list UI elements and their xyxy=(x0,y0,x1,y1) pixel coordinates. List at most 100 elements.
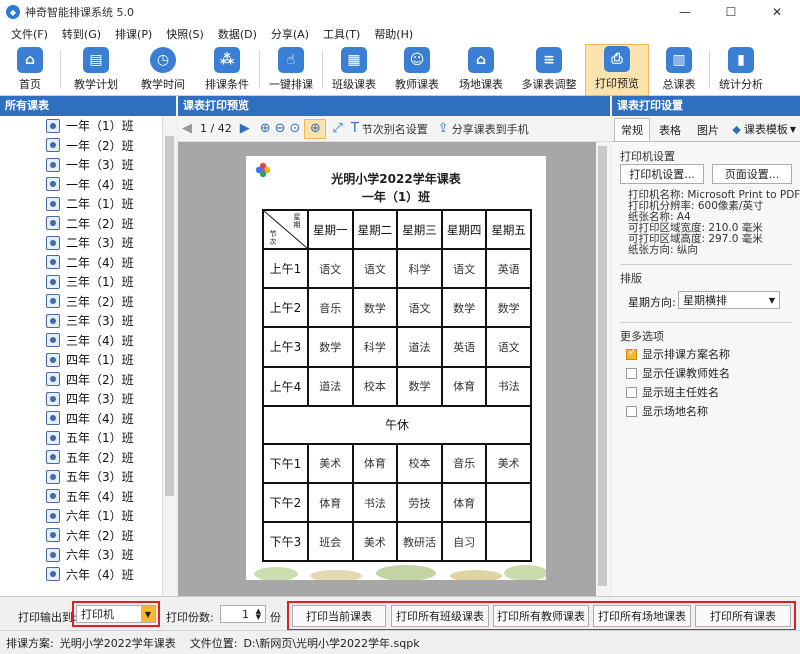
tab-table[interactable]: 表格 xyxy=(652,118,688,141)
zoom-fit-icon[interactable]: ⊙ xyxy=(290,119,301,139)
class-list-item[interactable]: 三年（2）班 xyxy=(0,292,162,312)
menu-help[interactable]: 帮助(H) xyxy=(367,26,420,42)
schedule-cell: 数学 xyxy=(440,287,488,329)
print-all-button[interactable]: 打印所有课表 xyxy=(695,605,791,627)
week-direction-select[interactable]: 星期横排 ▼ xyxy=(678,291,780,309)
class-list-item[interactable]: 四年（1）班 xyxy=(0,350,162,370)
zoom-actual-icon[interactable]: ⊕ xyxy=(304,118,327,139)
class-list-item[interactable]: 二年（3）班 xyxy=(0,233,162,253)
minimize-button[interactable]: — xyxy=(662,0,708,24)
schedule-cell: 体育 xyxy=(440,481,488,524)
menu-tools[interactable]: 工具(T) xyxy=(316,26,367,42)
chevron-down-icon: ▼ xyxy=(141,606,155,622)
menu-goto[interactable]: 转到(G) xyxy=(55,26,108,42)
class-list-item[interactable]: 三年（3）班 xyxy=(0,311,162,331)
class-list-item[interactable]: 一年（4）班 xyxy=(0,175,162,195)
alias-settings-button[interactable]: T 节次别名设置 xyxy=(351,119,428,139)
menu-data[interactable]: 数据(D) xyxy=(211,26,264,42)
toolbar-teacher-table[interactable]: ☺ 教师课表 xyxy=(385,44,449,96)
menu-file[interactable]: 文件(F) xyxy=(4,26,55,42)
class-list-item[interactable]: 二年（2）班 xyxy=(0,214,162,234)
prev-page-icon[interactable]: ◀ xyxy=(182,119,192,139)
option-show-venue-name[interactable]: 显示场地名称 xyxy=(626,403,708,419)
maximize-button[interactable]: ☐ xyxy=(708,0,754,24)
day-header: 星期一 xyxy=(307,209,354,250)
stepper-arrows-icon[interactable]: ▲ ▼ xyxy=(256,608,261,621)
printer-group-label: 打印机设置 xyxy=(620,150,675,163)
class-list-item[interactable]: 三年（1）班 xyxy=(0,272,162,292)
print-all-venue-button[interactable]: 打印所有场地课表 xyxy=(593,605,691,627)
class-name: 二年（1）班 xyxy=(66,197,134,212)
class-list-item[interactable]: 一年（3）班 xyxy=(0,155,162,175)
zoom-out-icon[interactable]: ⊖ xyxy=(275,119,286,139)
option-show-head-teacher[interactable]: 显示班主任姓名 xyxy=(626,384,719,400)
page-settings-button[interactable]: 页面设置... xyxy=(712,164,792,184)
class-list-item[interactable]: 三年（4）班 xyxy=(0,331,162,351)
main-toolbar: ⌂ 首页 ▤ 教学计划 ◷ 教学时间 ⁂ 排课条件 ☝ 一键排课 ▦ 班级课表 … xyxy=(0,44,800,96)
toolbar-statistics[interactable]: ▮ 统计分析 xyxy=(710,44,772,96)
class-icon xyxy=(46,333,60,348)
schedule-row: 下午1 美术 体育 校本 音乐 美术 xyxy=(262,442,532,484)
schedule-cell: 数学 xyxy=(396,365,443,407)
class-name: 五年（2）班 xyxy=(66,450,134,465)
class-list-item[interactable]: 一年（1）班 xyxy=(0,116,162,136)
class-list-item[interactable]: 四年（4）班 xyxy=(0,409,162,429)
fullscreen-icon[interactable]: ⤢ xyxy=(332,119,342,139)
class-list-item[interactable]: 五年（2）班 xyxy=(0,448,162,468)
toolbar-multi-adjust[interactable]: ≡ 多课表调整 xyxy=(513,44,585,96)
close-button[interactable]: ✕ xyxy=(754,0,800,24)
class-list-item[interactable]: 五年（4）班 xyxy=(0,487,162,507)
class-icon xyxy=(46,294,60,309)
period-label: 上午2 xyxy=(262,287,309,329)
preview-scrollbar[interactable] xyxy=(596,142,610,596)
toolbar-class-table[interactable]: ▦ 班级课表 xyxy=(323,44,385,96)
toolbar-home[interactable]: ⌂ 首页 xyxy=(0,44,60,96)
class-list-item[interactable]: 二年（1）班 xyxy=(0,194,162,214)
option-show-plan-name[interactable]: 显示排课方案名称 xyxy=(626,346,730,362)
toolbar-teaching-time[interactable]: ◷ 教学时间 xyxy=(131,44,195,96)
menu-snapshot[interactable]: 快照(S) xyxy=(159,26,211,42)
template-dropdown[interactable]: ◆ 课表模板 ▼ xyxy=(732,121,796,137)
class-list-item[interactable]: 五年（1）班 xyxy=(0,428,162,448)
class-icon xyxy=(46,118,60,133)
next-page-icon[interactable]: ▶ xyxy=(240,119,250,139)
tab-image[interactable]: 图片 xyxy=(690,118,726,141)
copies-stepper[interactable]: 1 ▲ ▼ xyxy=(220,605,266,623)
schedule-cell: 书法 xyxy=(351,481,399,524)
toolbar-print-preview[interactable]: ⎙ 打印预览 xyxy=(585,44,649,96)
printer-settings-button[interactable]: 打印机设置... xyxy=(620,164,704,184)
class-list-item[interactable]: 六年（3）班 xyxy=(0,545,162,565)
schedule-row: 下午2 体育 书法 劳技 体育 xyxy=(262,481,532,524)
class-name: 四年（3）班 xyxy=(66,392,134,407)
output-select[interactable]: 打印机 ▼ xyxy=(76,605,156,623)
page-subtitle: 一年（1）班 xyxy=(361,190,431,204)
toolbar-teaching-plan[interactable]: ▤ 教学计划 xyxy=(61,44,131,96)
checkbox-unchecked[interactable] xyxy=(626,367,637,379)
toolbar-venue-table[interactable]: ⌂ 场地课表 xyxy=(449,44,513,96)
class-list-item[interactable]: 四年（3）班 xyxy=(0,389,162,409)
checkbox-unchecked[interactable] xyxy=(626,405,637,417)
zoom-in-icon[interactable]: ⊕ xyxy=(260,119,271,139)
toolbar-one-click[interactable]: ☝ 一键排课 xyxy=(260,44,322,96)
class-list-item[interactable]: 六年（2）班 xyxy=(0,526,162,546)
checkbox-unchecked[interactable] xyxy=(626,386,637,398)
menu-share[interactable]: 分享(A) xyxy=(264,26,316,42)
menu-schedule[interactable]: 排课(P) xyxy=(108,26,159,42)
print-all-teacher-button[interactable]: 打印所有教师课表 xyxy=(493,605,589,627)
class-list-item[interactable]: 四年（2）班 xyxy=(0,370,162,390)
class-list-item[interactable]: 一年（2）班 xyxy=(0,136,162,156)
checkbox-checked[interactable] xyxy=(626,347,637,360)
toolbar-master-table[interactable]: ▥ 总课表 xyxy=(649,44,709,96)
class-list-item[interactable]: 六年（1）班 xyxy=(0,506,162,526)
tab-general[interactable]: 常规 xyxy=(614,118,650,141)
class-icon xyxy=(46,391,60,406)
class-list-item[interactable]: 六年（4）班 xyxy=(0,565,162,585)
class-list-item[interactable]: 五年（3）班 xyxy=(0,467,162,487)
class-list-scrollbar[interactable] xyxy=(162,116,176,596)
print-current-button[interactable]: 打印当前课表 xyxy=(292,605,386,627)
option-show-teacher-name[interactable]: 显示任课教师姓名 xyxy=(626,365,730,381)
share-to-phone-button[interactable]: ⇪ 分享课表到手机 xyxy=(438,119,529,139)
class-list-item[interactable]: 二年（4）班 xyxy=(0,253,162,273)
toolbar-conditions[interactable]: ⁂ 排课条件 xyxy=(195,44,259,96)
print-all-class-button[interactable]: 打印所有班级课表 xyxy=(391,605,489,627)
